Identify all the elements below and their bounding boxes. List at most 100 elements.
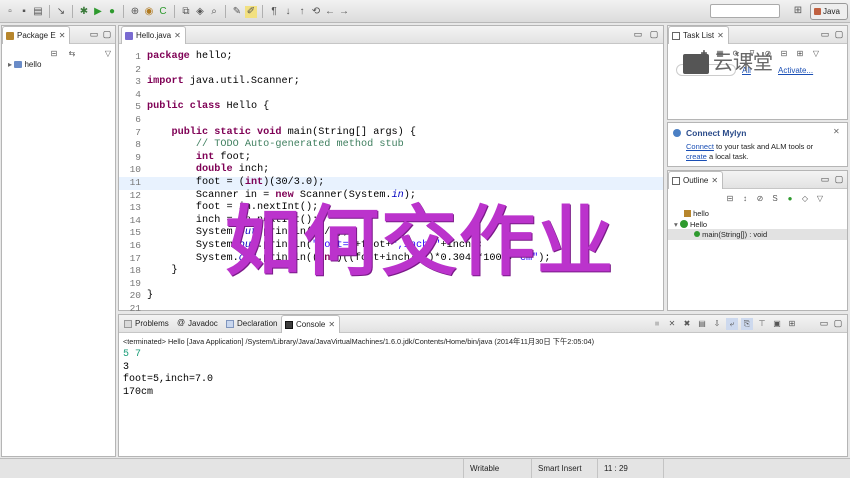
expand-all-icon[interactable]: ⊞ xyxy=(794,48,806,60)
run-external-icon[interactable]: ● xyxy=(106,6,118,18)
maximize-icon[interactable]: ▢ xyxy=(102,29,112,39)
back-icon[interactable]: ← xyxy=(324,6,336,18)
sort-icon[interactable]: ↕ xyxy=(739,193,751,205)
minimize-icon[interactable]: ▭ xyxy=(633,29,643,39)
tab-task-list[interactable]: Task List ✕ xyxy=(668,26,729,44)
hide-local-types-icon[interactable]: ◇ xyxy=(799,193,811,205)
outline-class-item[interactable]: ▾ Hello xyxy=(674,220,707,229)
maximize-icon[interactable]: ▢ xyxy=(833,318,843,328)
highlight-icon[interactable]: ✐ xyxy=(245,5,257,18)
activate-link[interactable]: Activate... xyxy=(778,66,813,75)
tab-package-explorer[interactable]: Package E ✕ xyxy=(2,26,71,44)
tab-console[interactable]: Console ✕ xyxy=(281,315,341,333)
show-whitespace-icon[interactable]: ¶ xyxy=(268,6,280,18)
remove-launch-icon[interactable]: ✕ xyxy=(666,318,678,330)
run-icon[interactable]: ▶ xyxy=(92,6,104,18)
maximize-icon[interactable]: ▢ xyxy=(649,29,659,39)
save-icon[interactable]: ▪ xyxy=(18,6,30,18)
tab-problems[interactable]: Problems xyxy=(121,315,173,333)
outline-method-item[interactable]: main(String[]) : void xyxy=(668,229,847,240)
code-line[interactable]: 6 xyxy=(119,114,663,127)
expand-arrow-icon[interactable]: ▸ xyxy=(8,60,12,69)
last-edit-icon[interactable]: ⟲ xyxy=(310,6,322,18)
code-line[interactable]: 15 System.out.println(10/3); xyxy=(119,227,663,240)
debug-icon[interactable]: ✱ xyxy=(78,6,90,18)
view-menu-icon[interactable]: ▽ xyxy=(102,48,114,60)
create-link[interactable]: create xyxy=(686,152,707,161)
tree-item[interactable]: ▸ hello xyxy=(8,60,41,69)
open-console-icon[interactable]: ⊞ xyxy=(786,318,798,330)
tab-hello-java[interactable]: Hello.java ✕ xyxy=(121,26,186,44)
close-icon[interactable]: ✕ xyxy=(833,127,840,136)
open-task-icon[interactable]: ◈ xyxy=(194,6,206,18)
minimize-icon[interactable]: ▭ xyxy=(89,29,99,39)
quick-access-input[interactable] xyxy=(710,4,780,18)
terminate-icon[interactable]: ■ xyxy=(651,318,663,330)
scroll-lock-icon[interactable]: ⇩ xyxy=(711,318,723,330)
new-java-project-icon[interactable]: ⊕ xyxy=(129,6,141,18)
hide-fields-icon[interactable]: ⊘ xyxy=(754,193,766,205)
new-class-icon[interactable]: C xyxy=(157,6,169,18)
display-console-icon[interactable]: ▣ xyxy=(771,318,783,330)
new-package-icon[interactable]: ◉ xyxy=(143,6,155,18)
minimize-icon[interactable]: ▭ xyxy=(819,318,829,328)
collapse-all-icon[interactable]: ⊟ xyxy=(778,48,790,60)
code-line[interactable]: 9 int foot; xyxy=(119,152,663,165)
code-line[interactable]: 2 xyxy=(119,64,663,77)
maximize-icon[interactable]: ▢ xyxy=(834,29,844,39)
remove-all-icon[interactable]: ✖ xyxy=(681,318,693,330)
code-line[interactable]: 14 inch = in.nextInt(); xyxy=(119,215,663,228)
hide-nonpublic-icon[interactable]: ● xyxy=(784,193,796,205)
tab-javadoc[interactable]: @ Javadoc xyxy=(174,315,222,333)
code-line[interactable]: 12 Scanner in = new Scanner(System.in); xyxy=(119,190,663,203)
close-icon[interactable]: ✕ xyxy=(717,31,724,40)
outline-package-item[interactable]: hello xyxy=(684,209,709,218)
minimize-icon[interactable]: ▭ xyxy=(820,29,830,39)
close-icon[interactable]: ✕ xyxy=(711,176,718,185)
tab-declaration[interactable]: Declaration xyxy=(223,315,281,333)
code-line[interactable]: 16 System.out.println("foot="+foot+",inc… xyxy=(119,240,663,253)
open-perspective-icon[interactable]: ⊞ xyxy=(792,5,804,17)
code-line[interactable]: 5 public class Hello { xyxy=(119,101,663,114)
next-annotation-icon[interactable]: ↓ xyxy=(282,6,294,18)
view-menu-icon[interactable]: ▽ xyxy=(814,193,826,205)
code-line[interactable]: 13 foot = in.nextInt(); xyxy=(119,202,663,215)
console-output[interactable]: <terminated> Hello [Java Application] /S… xyxy=(119,334,847,456)
clear-console-icon[interactable]: ▤ xyxy=(696,318,708,330)
prev-annotation-icon[interactable]: ↑ xyxy=(296,6,308,18)
close-icon[interactable]: ✕ xyxy=(59,31,66,40)
open-type-icon[interactable]: ⧉ xyxy=(180,6,192,18)
new-file-icon[interactable]: ▫ xyxy=(4,6,16,18)
code-line[interactable]: 8 // TODO Auto-generated method stub xyxy=(119,139,663,152)
code-area[interactable]: 1 package hello; 2 3 import java.util.Scanne… xyxy=(119,45,663,314)
tab-outline[interactable]: Outline ✕ xyxy=(668,171,724,189)
collapse-all-icon[interactable]: ⊟ xyxy=(724,193,736,205)
expand-arrow-icon[interactable]: ▾ xyxy=(674,220,678,229)
print-icon[interactable]: ▤ xyxy=(32,6,44,18)
skip-breakpoints-icon[interactable]: ↘ xyxy=(55,6,67,18)
hide-static-icon[interactable]: S xyxy=(769,193,781,205)
code-line[interactable]: 18 } xyxy=(119,265,663,278)
code-line[interactable]: 7 public static void main(String[] args)… xyxy=(119,127,663,140)
java-perspective-button[interactable]: Java xyxy=(810,3,848,20)
close-icon[interactable]: ✕ xyxy=(328,320,335,329)
show-on-output-icon[interactable]: ⎘ xyxy=(741,318,753,330)
connect-link[interactable]: Connect xyxy=(686,142,714,151)
collapse-all-icon[interactable]: ⊟ xyxy=(48,48,60,60)
word-wrap-icon[interactable]: ⤶ xyxy=(726,318,738,330)
search-icon[interactable]: ⌕ xyxy=(208,6,220,18)
minimize-icon[interactable]: ▭ xyxy=(820,174,830,184)
code-line[interactable]: 17 System.out.println((int)((foot+inch/1… xyxy=(119,253,663,266)
view-menu-icon[interactable]: ▽ xyxy=(810,48,822,60)
code-line[interactable]: 20} xyxy=(119,290,663,303)
annotation-icon[interactable]: ✎ xyxy=(231,6,243,18)
code-line[interactable]: 11 foot = (int)(30/3.0); xyxy=(119,177,663,190)
code-line[interactable]: 19 xyxy=(119,278,663,291)
close-icon[interactable]: ✕ xyxy=(174,31,181,40)
code-line[interactable]: 10 double inch; xyxy=(119,164,663,177)
code-line[interactable]: 3 import java.util.Scanner; xyxy=(119,76,663,89)
forward-icon[interactable]: → xyxy=(338,6,350,18)
code-line[interactable]: 4 xyxy=(119,89,663,102)
pin-console-icon[interactable]: ⊤ xyxy=(756,318,768,330)
link-with-editor-icon[interactable]: ⇆ xyxy=(66,48,78,60)
